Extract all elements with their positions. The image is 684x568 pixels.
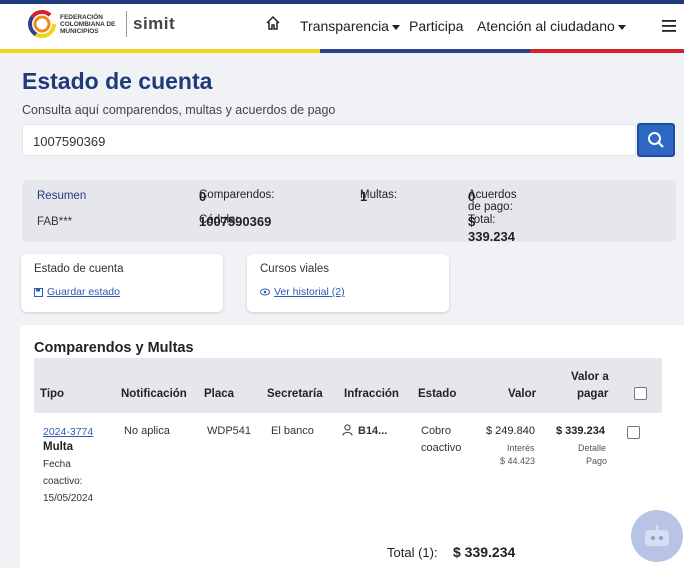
caret-down-icon <box>391 24 400 30</box>
person-icon <box>342 424 353 439</box>
row-placa: WDP541 <box>207 425 252 437</box>
estado-cuenta-card-title: Estado de cuenta <box>34 263 124 275</box>
eye-icon <box>260 288 270 296</box>
fcm-logo[interactable]: FEDERACIÓN COLOMBIANA DE MUNICIPIOS simi… <box>28 10 175 38</box>
row-fecha-label-1: Fecha <box>43 459 71 470</box>
multas-value: 1 <box>360 189 368 204</box>
row-fecha-label-2: coactivo: <box>43 476 83 487</box>
row-interes-label: Interés <box>507 443 535 453</box>
row-detalle-label-2[interactable]: Pago <box>586 456 607 466</box>
summary-panel: Resumen FAB*** Comparendos: 0 Cédula: 10… <box>22 180 676 244</box>
page-subtitle: Consulta aquí comparendos, multas y acue… <box>22 103 336 117</box>
comparendo-id-link[interactable]: 2024-3774 <box>43 426 93 438</box>
nav-atencion[interactable]: Atención al ciudadano <box>477 18 626 34</box>
col-valor: Valor <box>508 388 537 400</box>
cursos-viales-card-title: Cursos viales <box>260 263 330 275</box>
row-valor-pagar: $ 339.234 <box>556 425 605 437</box>
nav-atencion-label: Atención al ciudadano <box>477 18 615 34</box>
hamburger-menu-icon[interactable] <box>662 19 676 35</box>
table-total-value: $ 339.234 <box>453 544 516 560</box>
comparendos-value: 0 <box>199 189 207 204</box>
col-tipo: Tipo <box>40 388 65 400</box>
search-icon <box>648 132 664 148</box>
flag-stripe <box>0 49 684 53</box>
acuerdos-label: Acuerdos de pago: <box>468 189 517 213</box>
row-fecha: 15/05/2024 <box>43 493 94 504</box>
fcm-logo-text: FEDERACIÓN COLOMBIANA DE MUNICIPIOS <box>60 13 116 35</box>
ver-historial-link[interactable]: Ver historial (2) <box>260 286 345 298</box>
guardar-estado-link[interactable]: Guardar estado <box>34 286 120 298</box>
col-valor-pagar-line1: Valor a <box>571 371 609 383</box>
logo-divider <box>126 11 127 37</box>
comparendos-multas-panel: Comparendos y Multas Tipo Notificación P… <box>20 325 684 568</box>
simit-logo: simit <box>133 14 176 33</box>
col-secretaria: Secretaría <box>267 388 323 400</box>
save-icon <box>34 287 43 297</box>
comparendos-label: Comparendos: <box>199 189 275 201</box>
estado-cuenta-card: Estado de cuenta Guardar estado <box>21 254 223 312</box>
nav-transparencia[interactable]: Transparencia <box>300 18 400 34</box>
robot-icon <box>645 525 669 546</box>
row-select-checkbox[interactable] <box>627 426 640 439</box>
row-tipo: Multa <box>43 441 74 453</box>
home-icon[interactable] <box>265 15 281 34</box>
ver-historial-label: Ver historial (2) <box>274 286 345 298</box>
owner-name: FAB*** <box>37 216 73 228</box>
summary-total-value: $ 339.234 <box>468 214 515 244</box>
row-secretaria: El banco <box>271 425 314 437</box>
chatbot-button[interactable] <box>631 510 683 562</box>
summary-title: Resumen <box>37 190 87 202</box>
table-header: Tipo Notificación Placa Secretaría Infra… <box>34 358 662 413</box>
fcm-logo-icon <box>28 10 56 38</box>
row-infraccion[interactable]: B14... <box>358 425 387 437</box>
row-estado-1: Cobro <box>421 425 451 437</box>
cursos-viales-card: Cursos viales Ver historial (2) <box>247 254 449 312</box>
col-valor-pagar-line2: pagar <box>577 388 609 400</box>
row-detalle-label-1[interactable]: Detalle <box>578 443 606 453</box>
cedula-value: 1007590369 <box>199 214 272 229</box>
comparendos-multas-title: Comparendos y Multas <box>34 340 194 356</box>
search-button[interactable] <box>637 123 675 157</box>
table-total-label: Total (1): <box>387 545 438 560</box>
site-header: FEDERACIÓN COLOMBIANA DE MUNICIPIOS simi… <box>0 4 684 49</box>
search-input[interactable]: 1007590369 <box>22 124 636 156</box>
col-infraccion: Infracción <box>344 388 399 400</box>
row-interes: $ 44.423 <box>500 456 536 466</box>
caret-down-icon <box>617 24 626 30</box>
nav-participa[interactable]: Participa <box>409 18 463 34</box>
acuerdos-value: 0 <box>468 189 476 204</box>
col-notificacion: Notificación <box>121 388 187 400</box>
col-estado: Estado <box>418 388 457 400</box>
col-placa: Placa <box>204 388 235 400</box>
guardar-estado-label: Guardar estado <box>47 286 120 298</box>
row-estado-2: coactivo <box>421 442 462 454</box>
page-title: Estado de cuenta <box>22 68 213 94</box>
nav-transparencia-label: Transparencia <box>300 18 389 34</box>
row-notificacion: No aplica <box>124 425 170 437</box>
row-valor: $ 249.840 <box>486 425 535 437</box>
select-all-checkbox[interactable] <box>634 387 647 400</box>
